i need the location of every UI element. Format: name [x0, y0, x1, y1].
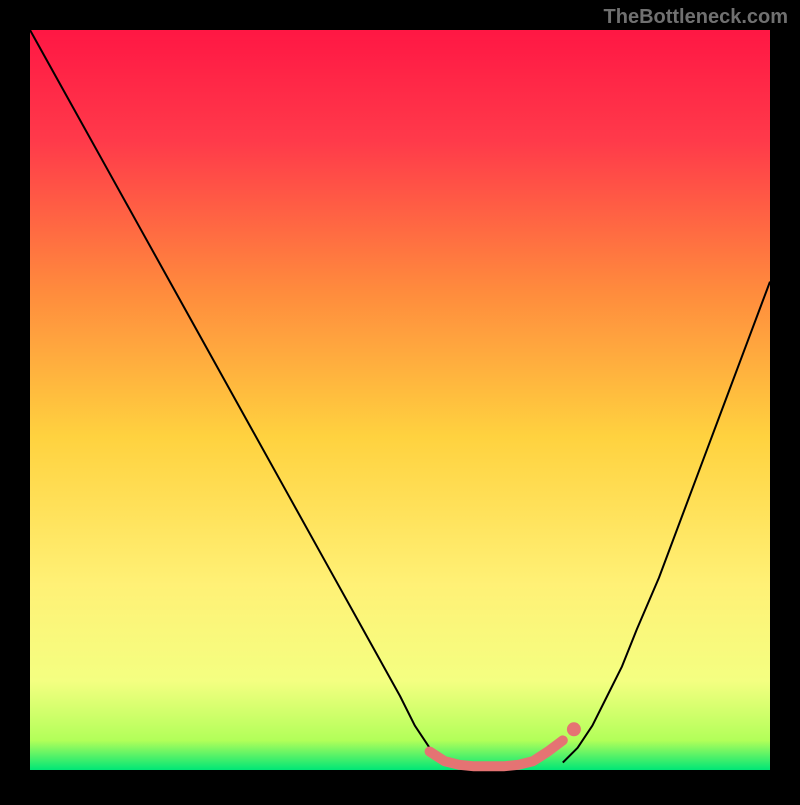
- chart-svg: [0, 0, 800, 800]
- plot-background: [30, 30, 770, 770]
- series-valley-end-dot-pt0: [567, 722, 581, 736]
- chart-container: [0, 0, 800, 800]
- watermark-text: TheBottleneck.com: [604, 6, 788, 29]
